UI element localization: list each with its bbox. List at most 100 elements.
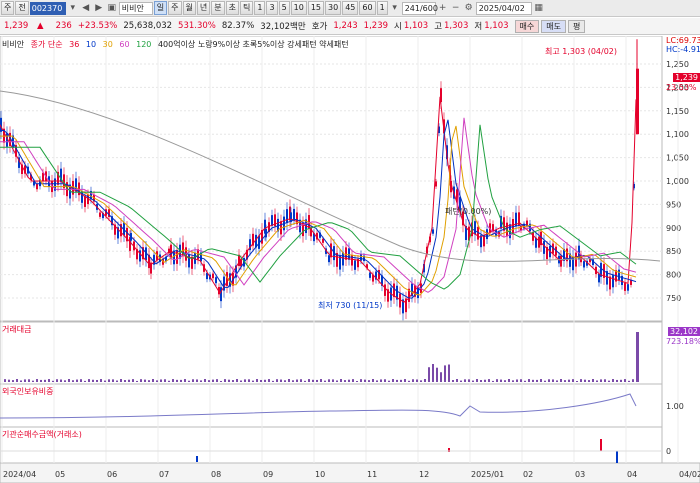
volume-bar: [204, 379, 206, 382]
volume-bar: [88, 379, 90, 382]
candle-body: [328, 255, 330, 263]
volume-bar: [484, 379, 486, 382]
last-price-tag: 1,239: [673, 73, 700, 82]
date-tick-label: 2024/04: [3, 470, 36, 479]
bar-count-field[interactable]: 241/600: [401, 1, 438, 15]
candle-body: [598, 273, 600, 283]
tab-week[interactable]: 주: [168, 1, 182, 15]
volume-bar: [12, 380, 14, 382]
tile-icon[interactable]: ▣: [106, 2, 118, 15]
minute-45-button[interactable]: 45: [342, 1, 359, 15]
volume-bar: [416, 379, 418, 382]
quote-bar: 1,239 ▲ 236 +23.53% 25,638,032 531.30% 8…: [0, 18, 700, 35]
zoom-out-icon[interactable]: −: [450, 2, 462, 15]
minute-10-button[interactable]: 10: [290, 1, 307, 15]
volume-bar: [268, 379, 270, 382]
zoom-in-icon[interactable]: +: [437, 2, 449, 15]
volume-bar: [480, 380, 482, 382]
volume-bar: [584, 379, 586, 382]
sell-button[interactable]: 매도: [541, 19, 566, 33]
candle-body: [348, 248, 350, 260]
hc-value: HC:-4.91: [666, 45, 700, 54]
tab-year[interactable]: 년: [196, 1, 211, 15]
minute-5-button[interactable]: 5: [278, 1, 290, 15]
stock-code-input[interactable]: 002370: [29, 1, 66, 15]
market-select[interactable]: 주: [1, 1, 15, 15]
date-tick-label: 02: [523, 470, 533, 479]
volume-bar: [576, 380, 578, 382]
calendar-icon[interactable]: ▦: [533, 2, 545, 15]
volume-bar: [556, 380, 558, 382]
candle-body: [99, 212, 101, 217]
price-tick-label: 1,000: [666, 177, 689, 186]
minute-15-button[interactable]: 15: [307, 1, 325, 15]
date-field[interactable]: 2025/04/02: [475, 1, 532, 15]
minute-30-button[interactable]: 30: [325, 1, 342, 15]
chart-canvas[interactable]: 1,2501,2001,1501,1001,0501,0009509008508…: [0, 36, 700, 483]
foreign-tick-label: 1.00: [666, 402, 684, 411]
minute-3-button[interactable]: 3: [266, 1, 278, 15]
candle-body: [435, 181, 437, 187]
volume-bar: [432, 364, 434, 382]
volume-bar: [540, 379, 542, 382]
volume-bar: [220, 380, 222, 382]
pattern-annotation: 패턴(0.00%): [445, 206, 491, 216]
minute-custom-button[interactable]: 1: [376, 1, 388, 15]
volume-bar: [272, 380, 274, 382]
prev-icon[interactable]: ◀: [80, 2, 92, 15]
minute-1-button[interactable]: 1: [254, 1, 266, 15]
volume-bar: [200, 380, 202, 382]
gear-icon[interactable]: ⚙: [463, 2, 475, 15]
volume-bar: [344, 380, 346, 382]
inst-panel: [0, 426, 663, 464]
stock-chart[interactable]: 1,250 1,200 1,150 1,100 1,050 1,000 950 900 850 8…: [0, 36, 700, 483]
volume-bar: [196, 379, 198, 382]
volume-bar: [444, 365, 446, 382]
candle-body: [583, 261, 585, 268]
volume-bar: [60, 379, 62, 382]
candle-body: [575, 252, 577, 267]
volume-bar: [56, 379, 58, 382]
eval-button[interactable]: 평: [568, 19, 586, 33]
volume-bar: [364, 379, 366, 382]
volume-tag: 32,102: [668, 327, 700, 336]
search-icon[interactable]: ▾: [67, 2, 79, 15]
legend-ma-label: 종가 단순: [30, 40, 63, 49]
volume-bar: [596, 380, 598, 382]
next-icon[interactable]: ▶: [93, 2, 105, 15]
tab-day[interactable]: 일: [153, 1, 168, 15]
volume-bar: [104, 380, 106, 382]
volume-bar: [132, 379, 134, 382]
lc-value: LC:69.73: [666, 36, 700, 45]
volume-bar: [68, 379, 70, 382]
open-label: 시: [394, 22, 402, 32]
date-axis-bar: [0, 462, 700, 483]
volume-bar: [212, 379, 214, 382]
volume-bar: [112, 379, 114, 382]
candle-body: [286, 209, 288, 224]
price-change: 236: [55, 21, 72, 31]
candle-body: [618, 269, 620, 280]
volume-bar: [628, 380, 630, 382]
buy-button[interactable]: 매수: [514, 19, 540, 33]
volume-bar: [280, 379, 282, 382]
volume-bar: [384, 379, 386, 382]
volume-bar: [412, 379, 414, 382]
tab-second[interactable]: 초: [225, 1, 239, 15]
tab-minute[interactable]: 분: [211, 1, 225, 15]
volume-bar: [468, 379, 470, 382]
dropdown-icon[interactable]: ▾: [389, 2, 401, 15]
volume-bar: [520, 379, 522, 382]
volume-bar: [144, 379, 146, 382]
tab-month[interactable]: 월: [182, 1, 196, 15]
volume-bar: [452, 380, 454, 382]
tab-tick[interactable]: 틱: [240, 1, 254, 15]
minute-60-button[interactable]: 60: [359, 1, 376, 15]
candle-body: [369, 272, 371, 278]
period-type-select[interactable]: 전: [15, 1, 29, 15]
volume-bar: [376, 380, 378, 382]
low-annotation: 최저 730 (11/15): [318, 300, 382, 310]
volume-bar: [580, 379, 582, 382]
volume-bar: [348, 379, 350, 382]
candle-body: [271, 215, 273, 226]
